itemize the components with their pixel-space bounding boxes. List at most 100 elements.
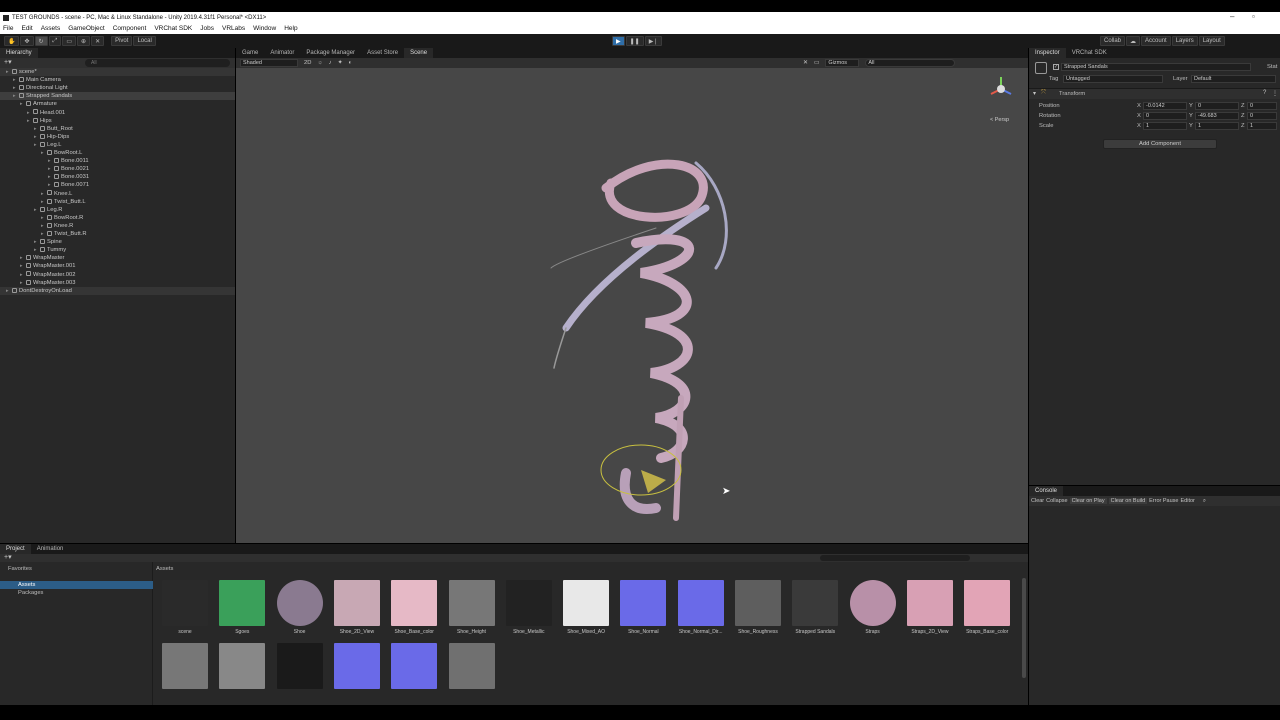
active-checkbox[interactable]: ✓	[1053, 64, 1059, 70]
editor-dropdown[interactable]: Editor	[1181, 498, 1195, 504]
hierarchy-item[interactable]: ▸ Hips	[0, 117, 235, 125]
asset-item[interactable]	[160, 643, 210, 692]
position-y-field[interactable]: 0	[1195, 102, 1239, 110]
asset-item[interactable]	[389, 643, 439, 692]
rotation-z-field[interactable]: 0	[1247, 112, 1277, 120]
scale-tool-icon[interactable]: ⤢	[48, 36, 62, 46]
asset-item[interactable]: Straps_Base_color	[962, 580, 1012, 635]
hierarchy-item[interactable]: ▸ Bone.0021	[0, 165, 235, 173]
menu-help[interactable]: Help	[284, 25, 297, 32]
menu-vrchat-sdk[interactable]: VRChat SDK	[154, 25, 192, 32]
pause-button[interactable]: ❚❚	[625, 36, 644, 46]
hierarchy-item[interactable]: ▸ Directional Light	[0, 84, 235, 92]
gizmos-dropdown[interactable]: Gizmos	[825, 59, 860, 67]
favorites-item[interactable]: Favorites	[8, 566, 32, 572]
collapse-button[interactable]: Collapse	[1046, 498, 1067, 504]
hierarchy-item[interactable]: ▸ Armature	[0, 100, 235, 108]
effects-icon[interactable]: ✦	[338, 60, 343, 66]
scale-y-field[interactable]: 1	[1195, 122, 1239, 130]
hierarchy-item[interactable]: ▸ WrapMaster.003	[0, 279, 235, 287]
tab-package-manager[interactable]: Package Manager	[300, 48, 361, 58]
project-search-input[interactable]	[820, 555, 970, 561]
minimize-icon[interactable]: –	[1230, 12, 1234, 21]
layer-dropdown[interactable]: Default	[1191, 75, 1276, 83]
asset-item[interactable]: Shoe_Metallic	[504, 580, 554, 635]
clear-button[interactable]: Clear	[1031, 498, 1044, 504]
asset-item[interactable]: Shoe_Mixed_AO	[561, 580, 611, 635]
step-button[interactable]: ▶❘	[644, 36, 663, 46]
scene-view[interactable]: Game Animator Package Manager Asset Stor…	[236, 48, 1028, 543]
asset-item[interactable]	[275, 643, 325, 692]
hierarchy-item[interactable]: ▸ DontDestroyOnLoad	[0, 286, 235, 295]
asset-item[interactable]	[332, 643, 382, 692]
asset-item[interactable]: Shoe_2D_View	[332, 580, 382, 635]
hierarchy-item[interactable]: ▸ Main Camera	[0, 76, 235, 84]
tab-animator[interactable]: Animator	[264, 48, 300, 58]
asset-item[interactable]: Shoe_Base_color	[389, 580, 439, 635]
hand-tool-icon[interactable]: ✋	[4, 36, 20, 46]
hierarchy-item[interactable]: ▸ Twist_Butt.L	[0, 198, 235, 206]
tab-game[interactable]: Game	[236, 48, 264, 58]
hierarchy-item[interactable]: ▸ Knee.R	[0, 222, 235, 230]
menu-file[interactable]: File	[3, 25, 13, 32]
play-button[interactable]: ▶	[612, 36, 625, 46]
hierarchy-item[interactable]: ▸ WrapMaster	[0, 254, 235, 262]
clear-on-play-toggle[interactable]: Clear on Play	[1069, 498, 1107, 504]
audio-icon[interactable]: ♪	[329, 60, 332, 66]
transform-header[interactable]: ▾ ⤧ Transform ? ⋮	[1029, 88, 1280, 99]
position-z-field[interactable]: 0	[1247, 102, 1277, 110]
scale-x-field[interactable]: 1	[1143, 122, 1187, 130]
chevron-down-icon[interactable]: ▾	[1033, 90, 1036, 97]
menu-jobs[interactable]: Jobs	[200, 25, 214, 32]
hierarchy-search-input[interactable]: All	[85, 59, 230, 67]
add-icon[interactable]: +▾	[4, 58, 12, 66]
hierarchy-item[interactable]: ▸ Head.001	[0, 109, 235, 117]
asset-item[interactable]: Straps	[848, 580, 898, 635]
tab-animation[interactable]: Animation	[31, 544, 70, 554]
create-icon[interactable]: +▾	[4, 553, 12, 561]
move-tool-icon[interactable]: ✥	[20, 36, 34, 46]
tools-icon[interactable]: ✕	[803, 60, 808, 66]
rotation-x-field[interactable]: 0	[1143, 112, 1187, 120]
hierarchy-item[interactable]: ▸ Leg.L	[0, 141, 235, 149]
hierarchy-item[interactable]: ▸ BowRoot.R	[0, 214, 235, 222]
hierarchy-item[interactable]: ▸ BowRoot.L	[0, 149, 235, 157]
asset-item[interactable]: Shoe_Normal	[618, 580, 668, 635]
2d-toggle[interactable]: 2D	[304, 60, 311, 66]
asset-item[interactable]: Shoe	[275, 580, 325, 635]
camera-icon[interactable]: ▭	[814, 60, 819, 66]
hierarchy-item[interactable]: ▸ Strapped Sandals	[0, 92, 235, 101]
asset-grid-scrollbar[interactable]	[1022, 578, 1026, 678]
shading-mode-dropdown[interactable]: Shaded	[240, 59, 298, 67]
hierarchy-item[interactable]: ▸ Butt_Root	[0, 125, 235, 133]
local-toggle[interactable]: Local	[133, 36, 156, 46]
tab-scene[interactable]: Scene	[404, 48, 434, 58]
tab-hierarchy[interactable]: Hierarchy	[0, 48, 38, 58]
hierarchy-item[interactable]: ▸ Bone.0071	[0, 181, 235, 189]
transform-tool-icon[interactable]: ⊕	[77, 36, 91, 46]
maximize-icon[interactable]: ▫	[1252, 12, 1255, 21]
tab-console[interactable]: Console	[1029, 486, 1064, 496]
asset-item[interactable]: Shoe_Normal_Dir...	[676, 580, 726, 635]
rotate-tool-icon[interactable]: ↻	[34, 36, 48, 46]
asset-item[interactable]	[217, 643, 267, 692]
rect-tool-icon[interactable]: ▭	[62, 36, 77, 46]
static-toggle[interactable]: Stat	[1267, 64, 1277, 70]
hierarchy-item[interactable]: ▸ Spine	[0, 238, 235, 246]
asset-item[interactable]: Shoe_Height	[447, 580, 497, 635]
menu-gameobject[interactable]: GameObject	[68, 25, 105, 32]
clear-on-build-toggle[interactable]: Clear on Build	[1108, 498, 1148, 504]
cloud-icon[interactable]: ☁	[1126, 36, 1141, 46]
menu-assets[interactable]: Assets	[41, 25, 61, 32]
persp-label[interactable]: < Persp	[990, 117, 1009, 123]
hierarchy-item[interactable]: ▸ Twist_Butt.R	[0, 230, 235, 238]
layers-dropdown[interactable]: Layers	[1171, 36, 1198, 46]
tab-vrchat-sdk[interactable]: VRChat SDK	[1066, 48, 1113, 58]
position-x-field[interactable]: -0.0142	[1143, 102, 1187, 110]
hierarchy-item[interactable]: ▸ WrapMaster.002	[0, 271, 235, 279]
menu-edit[interactable]: Edit	[21, 25, 32, 32]
hierarchy-item[interactable]: ▸ Tummy	[0, 246, 235, 254]
scene-search-input[interactable]: All	[865, 59, 956, 67]
collab-button[interactable]: Collab	[1100, 36, 1126, 46]
assets-folder-item[interactable]: Assets	[18, 582, 35, 588]
